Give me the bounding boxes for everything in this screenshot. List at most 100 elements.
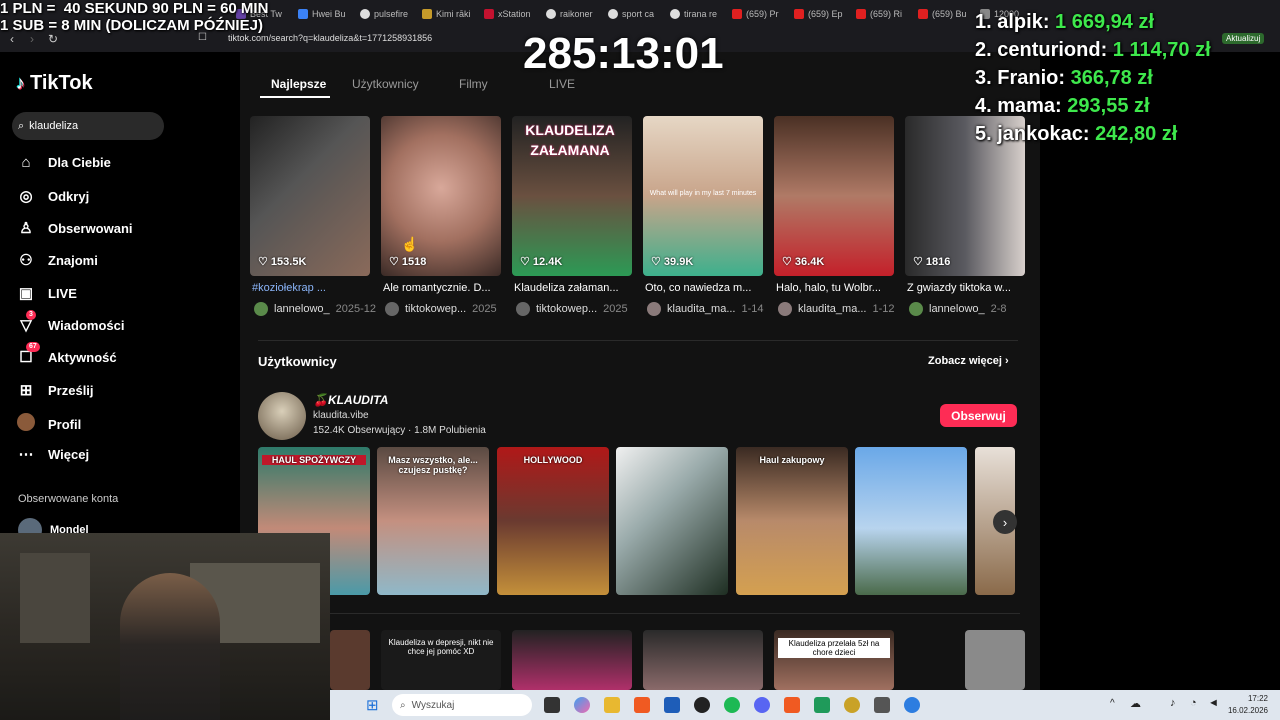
brave-icon[interactable]	[634, 697, 650, 713]
video-date: 2025	[603, 303, 628, 315]
taskbar-clock[interactable]: 17:22 16.02.2026	[1228, 693, 1268, 717]
calculator-icon[interactable]	[874, 697, 890, 713]
sidebar-item-following[interactable]: ♙ Obserwowani	[16, 219, 132, 237]
video-card[interactable]	[643, 630, 763, 690]
video-author-row[interactable]: tiktokowep... 2025	[385, 302, 513, 316]
browser-tab[interactable]: (659) Ep	[788, 9, 850, 19]
browser-tab[interactable]: pulsefire	[354, 9, 416, 19]
task-view-icon[interactable]	[544, 697, 560, 713]
copilot-icon[interactable]	[574, 697, 590, 713]
browser-tab[interactable]: xStation	[478, 9, 540, 19]
follow-button[interactable]: Obserwuj	[940, 404, 1017, 427]
tab-users[interactable]: Użytkownicy	[352, 77, 419, 91]
video-caption[interactable]: #koziołekrap ...	[252, 282, 374, 294]
update-button[interactable]: Aktualizuj	[1222, 33, 1265, 44]
sidebar-item-explore[interactable]: ◎ Odkryj	[16, 187, 89, 205]
user-video-thumb[interactable]	[855, 447, 967, 595]
user-display-name[interactable]: 🍒KLAUDITA	[313, 393, 388, 407]
user-video-thumb[interactable]: Haul zakupowy	[736, 447, 848, 595]
user-video-thumb[interactable]	[616, 447, 728, 595]
spotify-icon[interactable]	[724, 697, 740, 713]
tab-favicon-icon	[608, 9, 618, 19]
video-author-row[interactable]: klaudita_ma... 1-12	[778, 302, 906, 316]
video-card[interactable]: Klaudeliza w depresji, nikt nie chce jej…	[381, 630, 501, 690]
video-card[interactable]	[965, 630, 1025, 690]
video-card[interactable]: ♡ 1518	[381, 116, 501, 276]
video-author-row[interactable]: lannelowo_ 2-8	[909, 302, 1037, 316]
sidebar-item-messages[interactable]: ▽ 3 Wiadomości	[16, 310, 124, 334]
rates-line: 1 SUB = 8 MIN (DOLICZAM PÓŹNIEJ)	[0, 17, 263, 34]
video-caption[interactable]: Oto, co nawiedza m...	[645, 282, 767, 294]
discord-icon[interactable]	[754, 697, 770, 713]
wifi-icon[interactable]: ◔	[1190, 697, 1197, 709]
forward-icon[interactable]: ›	[30, 32, 34, 46]
user-handle[interactable]: klaudita.vibe	[313, 410, 369, 421]
back-icon[interactable]: ‹	[10, 32, 14, 46]
browser-tab[interactable]: tirana re	[664, 9, 726, 19]
user-video-thumb[interactable]: HOLLYWOOD	[497, 447, 609, 595]
video-card[interactable]	[330, 630, 370, 690]
video-author-row[interactable]: tiktokowep... 2025	[516, 302, 644, 316]
video-author: klaudita_ma...	[798, 303, 867, 315]
see-more-link[interactable]: Zobacz więcej ›	[928, 355, 1009, 367]
sidebar-item-friends[interactable]: ⚇ Znajomi	[16, 251, 98, 269]
video-card[interactable]: Klaudeliza przelała 5zł na chore dzieci	[774, 630, 894, 690]
url-field[interactable]: tiktok.com/search?q=klaudeliza&t=1771258…	[228, 33, 432, 43]
tab-videos[interactable]: Filmy	[459, 77, 488, 91]
search-icon: ⌕	[400, 699, 406, 711]
video-author-row[interactable]: lannelowo_ 2025-12	[254, 302, 384, 316]
microphone-icon[interactable]: ♪	[1170, 697, 1176, 709]
browser-tab[interactable]: Kimi rāki	[416, 9, 478, 19]
tab-top[interactable]: Najlepsze	[271, 77, 326, 91]
windows-start-icon[interactable]: ⊞	[366, 696, 379, 714]
tab-title: pulsefire	[374, 9, 409, 19]
browser-tab[interactable]: (659) Bu	[912, 9, 974, 19]
tab-live[interactable]: LIVE	[549, 77, 575, 91]
browser-tab[interactable]: (659) Pr	[726, 9, 788, 19]
tiktok-logo[interactable]: ♪ TikTok	[16, 72, 93, 95]
video-card[interactable]: ♡ 153.5K	[250, 116, 370, 276]
chevron-right-icon[interactable]: ›	[993, 510, 1017, 534]
browser-tab[interactable]: sport ca	[602, 9, 664, 19]
video-caption[interactable]: Halo, halo, tu Wolbr...	[776, 282, 898, 294]
store-icon[interactable]	[664, 697, 680, 713]
app-icon[interactable]	[904, 697, 920, 713]
video-caption[interactable]: Klaudeliza załaman...	[514, 282, 636, 294]
sheets-icon[interactable]	[814, 697, 830, 713]
browser-tab[interactable]: Hwei Bu	[292, 9, 354, 19]
tray-app-icon[interactable]: ☁	[1130, 697, 1141, 710]
activity-icon: ☐ 67	[16, 342, 40, 366]
sidebar-item-more[interactable]: ⋯ Więcej	[16, 445, 90, 463]
brave-window-icon[interactable]	[784, 697, 800, 713]
app-icon[interactable]	[844, 697, 860, 713]
obs-icon[interactable]	[694, 697, 710, 713]
sidebar-item-label: LIVE	[48, 285, 77, 301]
browser-tab[interactable]: raikoner	[540, 9, 602, 19]
file-explorer-icon[interactable]	[604, 697, 620, 713]
tray-chevron-icon[interactable]: ^	[1110, 698, 1115, 709]
sidebar-item-profile[interactable]: Profil	[16, 413, 81, 435]
sidebar-item-upload[interactable]: ⊞ Prześlij	[16, 381, 94, 399]
video-card[interactable]: What will play in my last 7 minutes ♡ 39.…	[643, 116, 763, 276]
tab-favicon-icon	[360, 9, 370, 19]
video-card[interactable]	[512, 630, 632, 690]
sidebar-item-live[interactable]: ▣ LIVE	[16, 284, 77, 302]
video-caption[interactable]: Ale romantycznie. D...	[383, 282, 505, 294]
volume-icon[interactable]: ◄	[1208, 697, 1219, 709]
user-video-thumb[interactable]: Masz wszystko, ale... czujesz pustkę?	[377, 447, 489, 595]
clock-time: 17:22	[1247, 694, 1268, 703]
tab-title: raikoner	[560, 9, 593, 19]
sidebar-item-activity[interactable]: ☐ 67 Aktywność	[16, 342, 117, 366]
avatar[interactable]	[258, 392, 306, 440]
video-caption[interactable]: Z gwiazdy tiktoka w...	[907, 282, 1029, 294]
taskbar-search-input[interactable]: ⌕ Wyszukaj	[392, 694, 532, 716]
video-card[interactable]: KLAUDELIZA ZAŁAMANA ♡ 12.4K	[512, 116, 632, 276]
browser-tab[interactable]: (659) Ri	[850, 9, 912, 19]
sidebar-item-for-you[interactable]: ⌂ Dla Ciebie	[16, 154, 110, 171]
video-author-row[interactable]: klaudita_ma... 1-14	[647, 302, 775, 316]
sidebar-item-label: Więcej	[48, 446, 90, 462]
video-card[interactable]: ♡ 36.4K	[774, 116, 894, 276]
messages-icon: ▽ 3	[16, 310, 36, 334]
search-input[interactable]: ⌕ klaudeliza	[12, 112, 164, 140]
reload-icon[interactable]: ↻	[48, 32, 58, 46]
